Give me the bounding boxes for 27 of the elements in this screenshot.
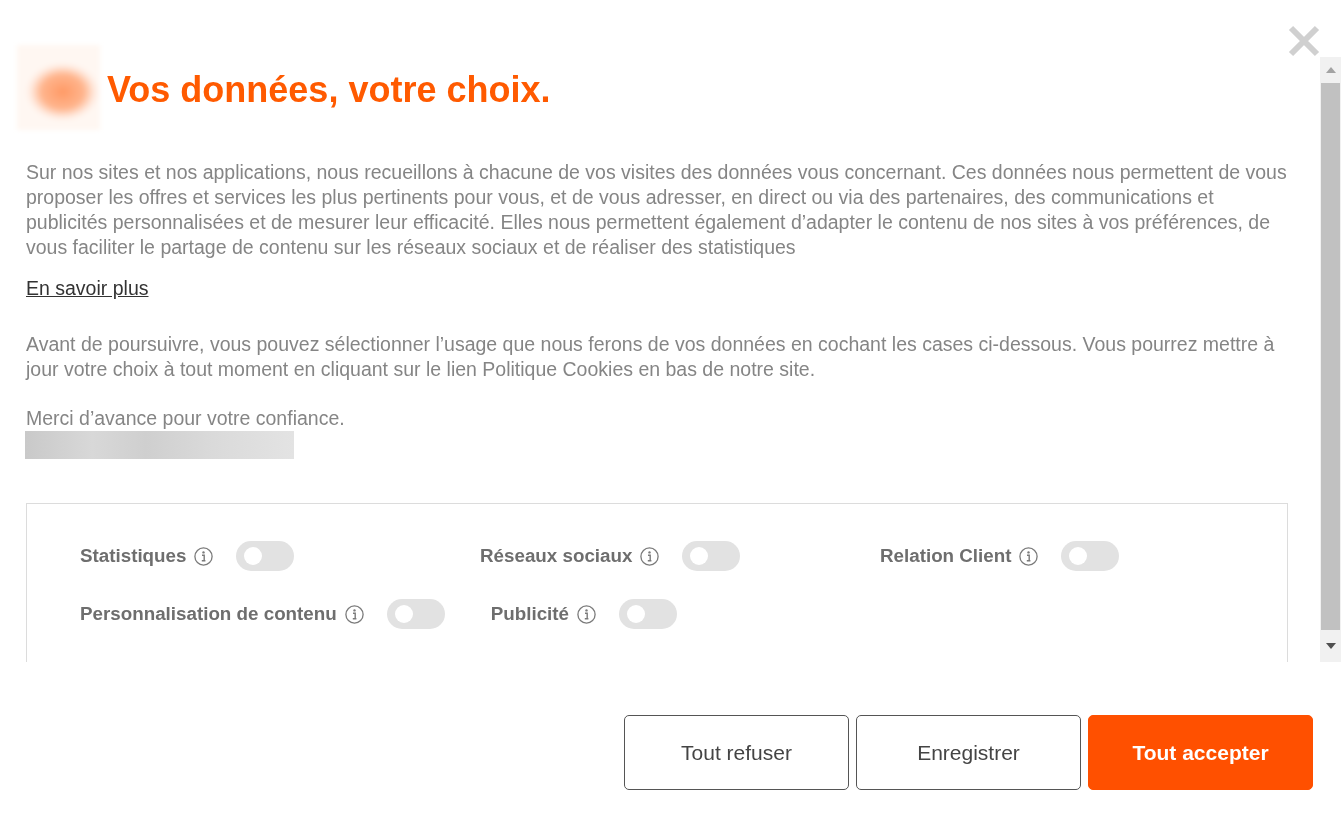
option-label: Relation Client	[880, 545, 1012, 567]
secondary-button[interactable]: Enregistrer	[856, 715, 1081, 790]
close-icon	[1288, 25, 1320, 57]
scroll-thumb[interactable]	[1321, 83, 1340, 630]
info-icon[interactable]	[1019, 546, 1039, 566]
info-icon[interactable]	[577, 604, 596, 624]
closing-text: Merci d’avance pour votre confiance.	[26, 406, 345, 431]
toggle-switch[interactable]	[619, 599, 677, 629]
option-label: Publicité	[490, 603, 569, 625]
dialog-title: Vos données, votre choix.	[107, 67, 551, 111]
instructions-paragraph: Avant de poursuivre, vous pouvez sélectionner l’usage que nous ferons de vos données en cochant les cases ci-dessous. Vous pourrez mettre à jour votre choix à tout moment en cliquant sur le lien Politique Cookies en bas de notre site.	[26, 332, 1276, 382]
scrollbar[interactable]	[1320, 57, 1341, 662]
toggle-switch[interactable]	[236, 541, 295, 571]
scroll-up-icon[interactable]	[1325, 67, 1336, 73]
option-label: Personnalisation de contenu	[80, 603, 337, 625]
toggle-switch[interactable]	[1061, 541, 1120, 571]
info-icon[interactable]	[640, 546, 660, 566]
intro-paragraph: Sur nos sites et nos applications, nous recueillons à chacune de vos visites des données vous concernant. Ces données nous permettent de vous proposer les offres et services les plus pertinents pour vous, et de vous adresser, en direct ou via des partenaires, des communications et publicités personnalisées et de mesurer leur efficacité. Elles nous permettent également d’adapter le contenu de nos sites à vos préférences, de vous faciliter le partage de contenu sur les réseaux sociaux et de réaliser des statistiques	[26, 160, 1288, 260]
scroll-down-icon[interactable]	[1325, 643, 1336, 649]
info-icon[interactable]	[194, 546, 214, 566]
toggle-switch[interactable]	[386, 599, 445, 629]
learn-more-link[interactable]: En savoir plus	[26, 276, 149, 301]
option-label: Statistiques	[80, 545, 187, 567]
info-icon[interactable]	[344, 604, 364, 624]
option-label: Réseaux sociaux	[480, 545, 633, 567]
secondary-button[interactable]: Tout refuser	[624, 715, 849, 790]
toggle-switch[interactable]	[682, 541, 741, 571]
